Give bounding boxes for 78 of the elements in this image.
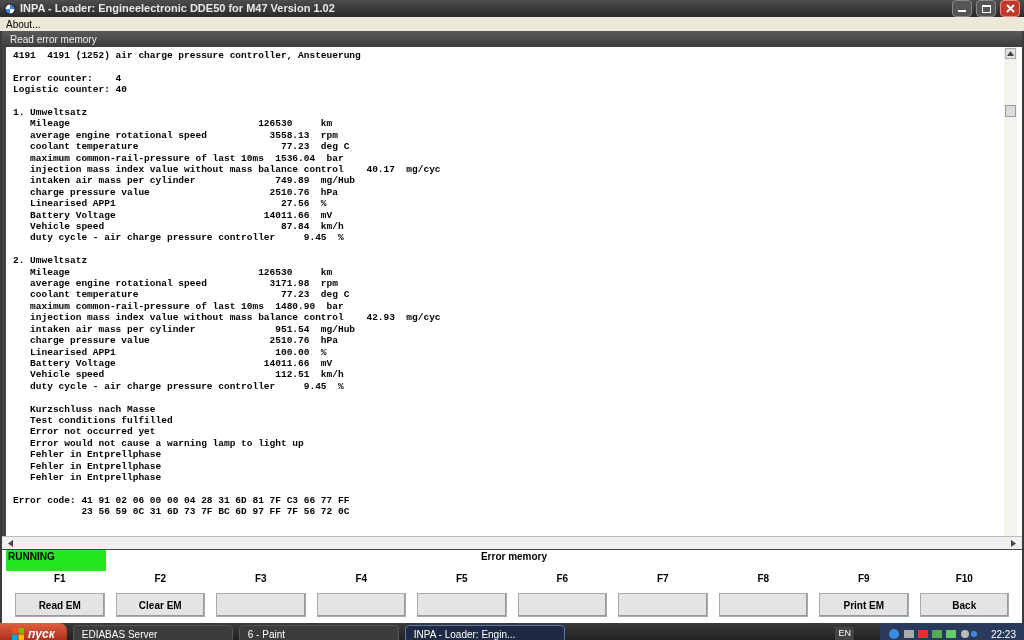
report-line: Fehler in Entprellphase (29, 471, 162, 484)
function-button[interactable]: Print EM (819, 593, 909, 617)
function-button[interactable] (316, 593, 406, 617)
report-line: intaken air mass per cylinder 951.54 mg/Hub (29, 323, 356, 336)
report-line: injection mass index value without mass balance control 42.93 mg/cyc (29, 312, 441, 324)
function-key-label: F1 (53, 573, 66, 585)
function-button[interactable] (517, 593, 607, 617)
scroll-right-icon[interactable] (1011, 539, 1016, 547)
language-indicator[interactable]: EN (835, 627, 854, 640)
report-line: charge pressure value 2510.76 hPa (29, 186, 338, 199)
report-line: Kurzschluss nach Masse (29, 403, 156, 415)
status-indicator: RUNNING (6, 550, 106, 572)
close-icon (1005, 4, 1015, 13)
report-line: intaken air mass per cylinder 749.89 mg/Hub (29, 175, 356, 187)
panel-title: Read error memory (10, 32, 97, 47)
report-line: Logistic counter: 40 (13, 84, 128, 96)
function-key-label: F10 (955, 573, 973, 585)
report-line: 2. Umweltsatz (13, 255, 88, 267)
windows-logo-icon (12, 628, 24, 640)
function-key-label: F2 (154, 573, 167, 585)
report-line: injection mass index value without mass balance control 40.17 mg/cyc (29, 164, 441, 176)
report-line: coolant temperature 77.23 deg C (29, 141, 350, 153)
status-title: Error memory (479, 550, 549, 564)
scroll-left-icon[interactable] (8, 539, 13, 547)
report-line: average engine rotational speed 3171.98 rpm (29, 278, 338, 290)
start-button[interactable]: пуск (0, 623, 67, 640)
report-line: duty cycle - air charge pressure controller 9.45 % (29, 380, 344, 393)
report-line: Vehicle speed 87.84 km/h (29, 221, 344, 233)
report-line: Error counter: 4 (13, 72, 122, 85)
function-key-label: F8 (757, 573, 770, 585)
taskbar-button[interactable]: 6 - Paint (238, 625, 399, 640)
report-line: charge pressure value 2510.76 hPa (29, 335, 338, 347)
report-line: Fehler in Entprellphase (29, 460, 162, 472)
function-button[interactable]: Clear EM (115, 593, 205, 617)
close-button[interactable] (1000, 0, 1020, 17)
report-line: 4191 4191 (1252) air charge pressure controller, Ansteuerung (13, 50, 361, 62)
report-line: Mileage 126530 km (29, 266, 333, 279)
scroll-up-icon[interactable] (1005, 48, 1016, 59)
report-line: Battery Voltage 14011.66 mV (29, 209, 333, 222)
report-line: 1. Umweltsatz (13, 107, 88, 119)
report-line: Error not occurred yet (29, 426, 156, 438)
report-line: maximum common-rail-pressure of last 10ms 1536.04 bar (29, 152, 344, 165)
report-line: Vehicle speed 112.51 km/h (29, 369, 344, 381)
report-line: Error code: 41 91 02 06 00 00 04 28 31 6D 81 7F C3 66 77 FF (13, 494, 350, 507)
report-line: Error would not cause a warning lamp to light up (29, 437, 304, 450)
function-key-label: F4 (355, 573, 368, 585)
function-key-label: F6 (556, 573, 569, 585)
function-button[interactable] (216, 593, 306, 617)
report-line: Fehler in Entprellphase (29, 449, 162, 461)
maximize-button[interactable] (976, 0, 996, 17)
report-line: average engine rotational speed 3558.13 rpm (29, 129, 338, 142)
function-button[interactable]: Read EM (15, 593, 105, 617)
function-button[interactable]: Back (919, 593, 1009, 617)
vertical-scrollbar[interactable] (1004, 47, 1017, 536)
report-line: Linearised APP1 100.00 % (29, 346, 327, 358)
function-key-label: F5 (455, 573, 468, 585)
window-title: INPA - Loader: Engineelectronic DDE50 for M47 Version 1.02 (20, 1, 335, 17)
report-line: Test conditions fulfilled (29, 414, 173, 427)
report-line: maximum common-rail-pressure of last 10ms 1480.90 bar (29, 300, 344, 313)
clock: 22:23 (990, 627, 1016, 640)
taskbar-button[interactable]: INPA - Loader: Engin... (404, 625, 565, 640)
function-button[interactable] (417, 593, 507, 617)
report-line: 23 56 59 0C 31 6D 73 7F BC 6D 97 FF 7F 56 72 0C (80, 506, 350, 518)
function-button[interactable] (618, 593, 708, 617)
function-button[interactable] (718, 593, 808, 617)
scroll-thumb[interactable] (1005, 105, 1016, 117)
report-line: duty cycle - air charge pressure controller 9.45 % (29, 232, 344, 244)
taskbar-button[interactable]: EDIABAS Server (72, 625, 233, 640)
report-line: Linearised APP1 27.56 % (29, 198, 327, 210)
minimize-button[interactable] (952, 0, 972, 17)
report-line: Battery Voltage 14011.66 mV (29, 357, 333, 370)
report-line: coolant temperature 77.23 deg C (29, 289, 350, 301)
function-key-label: F3 (254, 573, 267, 585)
menu-item[interactable]: About... (4, 16, 43, 32)
app-icon (4, 2, 16, 15)
report-line: Mileage 126530 km (29, 118, 333, 130)
function-key-label: F7 (656, 573, 669, 585)
function-key-label: F9 (857, 573, 870, 585)
